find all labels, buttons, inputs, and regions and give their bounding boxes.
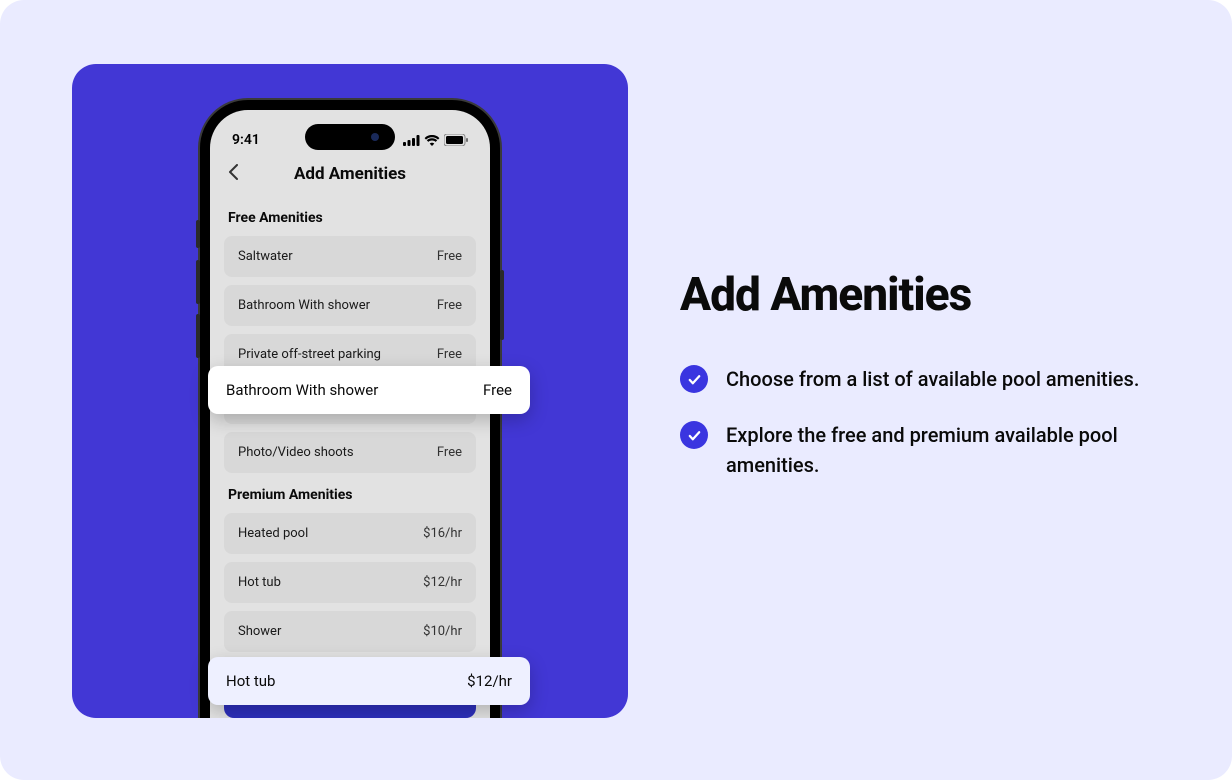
amenity-row[interactable]: Saltwater Free (224, 236, 476, 277)
amenity-price: Free (437, 445, 462, 460)
amenity-name: Hot tub (238, 575, 281, 590)
phone-showcase-panel: 9:41 Add Amenities Free Amen (72, 64, 628, 718)
amenity-row[interactable]: Heated pool $16/hr (224, 513, 476, 554)
amenity-row[interactable]: Shower $10/hr (224, 611, 476, 652)
phone-power-button (500, 270, 504, 340)
amenity-name: Bathroom With shower (238, 298, 370, 313)
chevron-left-icon (228, 164, 238, 180)
page-headline: Add Amenities (680, 268, 1160, 322)
amenity-price: Free (437, 347, 462, 362)
amenity-price: Free (437, 249, 462, 264)
page-canvas: 9:41 Add Amenities Free Amen (0, 0, 1232, 780)
amenity-row[interactable]: Bathroom With shower Free (224, 285, 476, 326)
amenity-name: Shower (238, 624, 281, 639)
status-icons (403, 134, 468, 146)
cellular-icon (403, 135, 420, 146)
status-time: 9:41 (232, 132, 260, 148)
amenity-name: Bathroom With shower (226, 381, 378, 399)
phone-notch (305, 124, 395, 150)
amenity-price: Free (437, 298, 462, 313)
amenity-name: Private off-street parking (238, 347, 381, 362)
free-amenities-section: Free Amenities Saltwater Free Bathroom Wi… (210, 210, 490, 473)
amenity-name: Photo/Video shoots (238, 445, 354, 460)
back-button[interactable] (228, 164, 238, 185)
amenity-row[interactable]: Hot tub $12/hr (224, 562, 476, 603)
wifi-icon (424, 135, 440, 146)
amenity-name: Saltwater (238, 249, 293, 264)
battery-icon (444, 134, 468, 146)
amenity-row[interactable]: Photo/Video shoots Free (224, 432, 476, 473)
amenity-price: $16/hr (423, 526, 462, 541)
phone-volume-up (196, 260, 200, 304)
feature-item: Explore the free and premium available p… (680, 420, 1160, 480)
screen-title: Add Amenities (228, 164, 472, 184)
highlighted-free-amenity[interactable]: Bathroom With shower Free (208, 366, 530, 414)
feature-text: Choose from a list of available pool ame… (726, 364, 1139, 394)
amenity-price: Free (483, 381, 512, 399)
amenity-price: $12/hr (423, 575, 462, 590)
check-icon (680, 365, 708, 393)
screen-header: Add Amenities (210, 156, 490, 196)
premium-amenities-section: Premium Amenities Heated pool $16/hr Hot … (210, 487, 490, 652)
amenity-price: $12/hr (467, 672, 512, 690)
phone-side-button (196, 220, 200, 248)
feature-item: Choose from a list of available pool ame… (680, 364, 1160, 394)
amenity-price: $10/hr (423, 624, 462, 639)
phone-volume-down (196, 314, 200, 358)
free-section-title: Free Amenities (224, 210, 476, 226)
premium-section-title: Premium Amenities (224, 487, 476, 503)
phone-screen: 9:41 Add Amenities Free Amen (210, 110, 490, 718)
feature-text: Explore the free and premium available p… (726, 420, 1160, 480)
check-icon (680, 421, 708, 449)
amenity-name: Heated pool (238, 526, 308, 541)
highlighted-premium-amenity[interactable]: Hot tub $12/hr (208, 657, 530, 705)
description-panel: Add Amenities Choose from a list of avai… (680, 268, 1160, 506)
amenity-name: Hot tub (226, 672, 275, 690)
